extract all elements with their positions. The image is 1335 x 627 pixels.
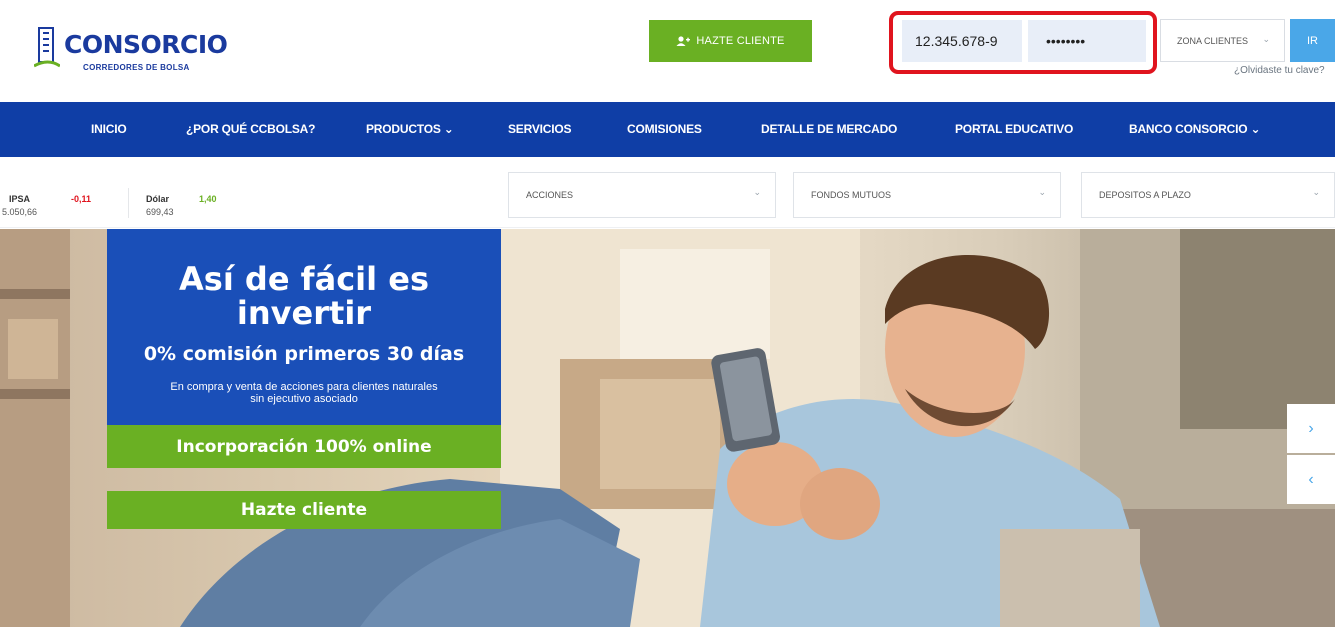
password-input[interactable]: •••••••• xyxy=(1028,20,1146,62)
nav-item-servicios[interactable]: SERVICIOS xyxy=(508,122,572,136)
depositos-plazo-dropdown-label: DEPOSITOS A PLAZO xyxy=(1099,190,1191,200)
nav-item-comisiones[interactable]: COMISIONES xyxy=(627,122,702,136)
promo-title-line2: invertir xyxy=(236,294,372,332)
nav-item-por-que[interactable]: ¿POR QUÉ CCBOLSA? xyxy=(186,122,315,136)
chevron-down-icon: ⌄ xyxy=(1038,187,1046,197)
fondos-mutuos-dropdown[interactable]: FONDOS MUTUOS ⌄ xyxy=(793,172,1061,218)
fondos-mutuos-dropdown-label: FONDOS MUTUOS xyxy=(811,190,891,200)
logo-text: CONSORCIO xyxy=(64,30,228,59)
zona-clientes-select[interactable]: ZONA CLIENTES ⌄ xyxy=(1160,19,1285,62)
carousel-prev-button[interactable]: ‹ xyxy=(1287,455,1335,504)
chevron-down-icon: ⌄ xyxy=(1262,34,1270,44)
consorcio-logo[interactable]: CONSORCIO CORREDORES DE BOLSA xyxy=(34,22,234,74)
logo-subtitle: CORREDORES DE BOLSA xyxy=(83,63,190,72)
forgot-password-link[interactable]: ¿Olvidaste tu clave? xyxy=(1234,65,1325,76)
chevron-left-icon: ‹ xyxy=(1308,470,1314,488)
acciones-dropdown-label: ACCIONES xyxy=(526,190,574,200)
promo-subtitle: 0% comisión primeros 30 días xyxy=(143,343,465,365)
promo-title: Así de fácil es invertir xyxy=(107,262,501,330)
promo-description: En compra y venta de acciones para clien… xyxy=(127,381,481,405)
nav-item-productos[interactable]: PRODUCTOS ⌄ xyxy=(366,122,454,136)
user-plus-icon xyxy=(676,36,691,46)
promo-description-line2: sin ejecutivo asociado xyxy=(250,393,358,405)
ipsa-value: 5.050,66 xyxy=(2,207,38,217)
building-logo-icon xyxy=(34,27,60,68)
hazte-cliente-hero-button[interactable]: Hazte cliente xyxy=(107,491,501,529)
ticker-divider xyxy=(128,188,129,218)
nav-item-banco-consorcio[interactable]: BANCO CONSORCIO ⌄ xyxy=(1129,122,1261,136)
nav-item-detalle-mercado[interactable]: DETALLE DE MERCADO xyxy=(761,122,897,136)
hazte-cliente-header-label: HAZTE CLIENTE xyxy=(696,35,785,47)
chevron-right-icon: › xyxy=(1308,419,1314,437)
incorporacion-online-banner: Incorporación 100% online xyxy=(107,425,501,468)
nav-item-inicio[interactable]: INICIO xyxy=(91,122,127,136)
carousel-next-button[interactable]: › xyxy=(1287,404,1335,453)
zona-clientes-label: ZONA CLIENTES xyxy=(1177,35,1249,46)
chevron-down-icon: ⌄ xyxy=(753,187,761,197)
ir-button[interactable]: IR xyxy=(1290,19,1335,62)
nav-item-portal-educativo[interactable]: PORTAL EDUCATIVO xyxy=(955,122,1073,136)
dolar-change: 1,40 xyxy=(199,194,217,204)
site-header: CONSORCIO CORREDORES DE BOLSA HAZTE CLIE… xyxy=(0,0,1335,100)
ipsa-change: -0,11 xyxy=(71,194,92,204)
main-nav: INICIO ¿POR QUÉ CCBOLSA? PRODUCTOS ⌄ SER… xyxy=(0,102,1335,157)
rut-input[interactable]: 12.345.678-9 xyxy=(902,20,1022,62)
dolar-label: Dólar xyxy=(146,194,170,204)
promo-title-line1: Así de fácil es xyxy=(179,260,429,298)
chevron-down-icon: ⌄ xyxy=(1312,187,1320,197)
promo-description-line1: En compra y venta de acciones para clien… xyxy=(170,381,438,393)
dolar-value: 699,43 xyxy=(146,207,174,217)
hazte-cliente-header-button[interactable]: HAZTE CLIENTE xyxy=(649,20,812,62)
depositos-plazo-dropdown[interactable]: DEPOSITOS A PLAZO ⌄ xyxy=(1081,172,1335,218)
acciones-dropdown[interactable]: ACCIONES ⌄ xyxy=(508,172,776,218)
ipsa-label: IPSA xyxy=(9,194,31,204)
